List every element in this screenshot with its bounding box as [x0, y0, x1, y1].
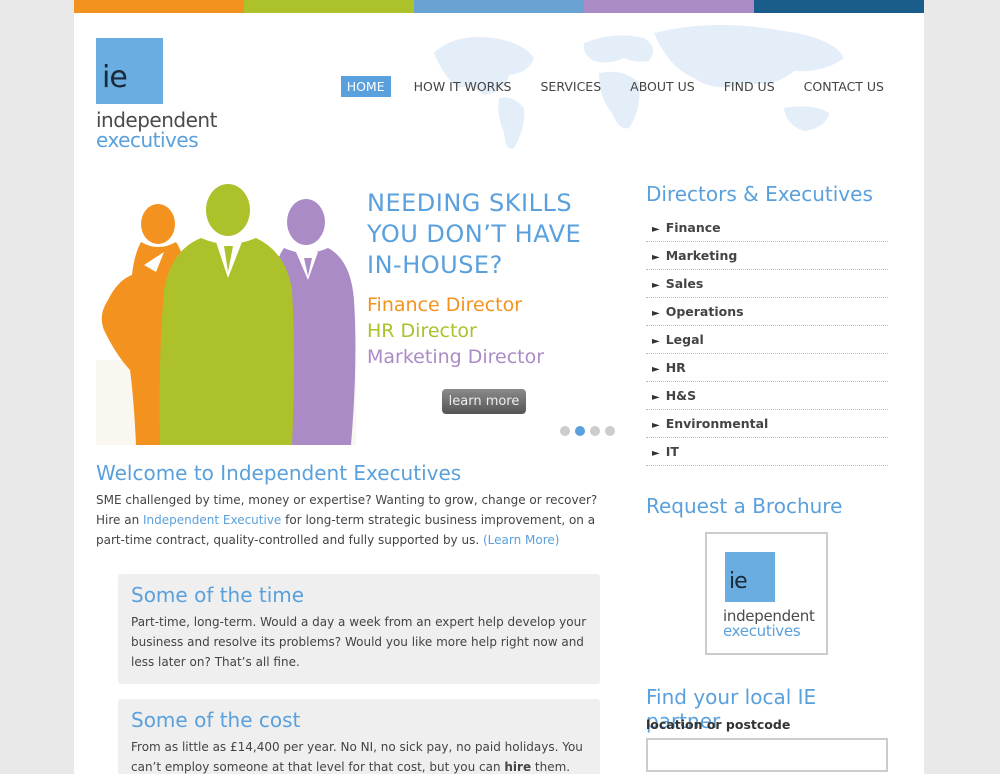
- directors-item-label: Marketing: [665, 248, 738, 263]
- directors-list: ► Finance ► Marketing ► Sales ► Operations ►…: [646, 214, 888, 466]
- directors-item-label: Sales: [665, 276, 704, 291]
- directors-item-label: HR: [665, 360, 686, 375]
- slider-dot-2[interactable]: [575, 426, 585, 436]
- slide-headline: NEEDING SKILLS YOU DON’T HAVE IN-HOUSE?: [367, 188, 581, 281]
- slide-headline-line1: NEEDING SKILLS: [367, 189, 573, 217]
- color-bar-orange: [74, 0, 244, 13]
- hero-slider: NEEDING SKILLS YOU DON’T HAVE IN-HOUSE? …: [96, 180, 618, 445]
- top-color-bar: [74, 0, 924, 13]
- logo[interactable]: ie independent executives: [96, 38, 217, 150]
- slide-headline-line3: IN-HOUSE?: [367, 251, 503, 279]
- arrow-right-icon: ►: [652, 224, 660, 235]
- directors-item-label: H&S: [665, 388, 697, 403]
- slide-headline-line2: YOU DON’T HAVE: [367, 220, 582, 248]
- directors-item-marketing[interactable]: ► Marketing: [646, 242, 888, 270]
- page: ie independent executives HOME HOW IT WO…: [74, 0, 924, 774]
- slide-role-hr: HR Director: [367, 320, 477, 342]
- arrow-right-icon: ►: [652, 308, 660, 319]
- welcome-heading: Welcome to Independent Executives: [96, 461, 462, 485]
- logo-mark-text: ie: [102, 60, 128, 95]
- slide-role-marketing: Marketing Director: [367, 346, 545, 368]
- arrow-right-icon: ►: [652, 364, 660, 375]
- directors-item-sales[interactable]: ► Sales: [646, 270, 888, 298]
- learn-more-link[interactable]: (Learn More): [483, 533, 559, 547]
- brochure-heading: Request a Brochure: [646, 494, 843, 518]
- nav-how-it-works[interactable]: HOW IT WORKS: [408, 76, 518, 97]
- feature-box-title: Some of the time: [131, 583, 305, 607]
- feature-box-text-bold: hire: [504, 760, 532, 774]
- color-bar-blue: [414, 0, 584, 13]
- directors-item-legal[interactable]: ► Legal: [646, 326, 888, 354]
- arrow-right-icon: ►: [652, 420, 660, 431]
- nav-contact-us[interactable]: CONTACT US: [798, 76, 890, 97]
- location-label: location or postcode: [646, 717, 791, 732]
- welcome-line2-pre: Hire an: [96, 513, 143, 527]
- arrow-right-icon: ►: [652, 336, 660, 347]
- directors-item-hs[interactable]: ► H&S: [646, 382, 888, 410]
- feature-box-text: Part-time, long-term. Would a day a week…: [131, 615, 587, 669]
- slide-role-finance: Finance Director: [367, 294, 523, 316]
- feature-box-title: Some of the cost: [131, 708, 301, 732]
- directors-item-operations[interactable]: ► Operations: [646, 298, 888, 326]
- learn-more-button[interactable]: learn more: [442, 389, 526, 414]
- directors-item-label: Finance: [665, 220, 721, 235]
- main-nav: HOME HOW IT WORKS SERVICES ABOUT US FIND…: [324, 76, 890, 97]
- independent-executive-link[interactable]: Independent Executive: [143, 513, 281, 527]
- logo-line1: independent: [96, 108, 217, 132]
- logo-mark: ie: [96, 38, 163, 104]
- directors-sidebar: Directors & Executives ► Finance ► Marketi…: [646, 182, 888, 466]
- directors-heading: Directors & Executives: [646, 182, 873, 206]
- color-bar-purple: [584, 0, 754, 13]
- arrow-right-icon: ►: [652, 252, 660, 263]
- color-bar-green: [244, 0, 414, 13]
- arrow-right-icon: ►: [652, 392, 660, 403]
- nav-home[interactable]: HOME: [340, 76, 391, 97]
- feature-box-cost: Some of the cost From as little as £14,4…: [118, 699, 600, 774]
- brochure-logo-mark-text: ie: [729, 569, 748, 594]
- directors-item-it[interactable]: ► IT: [646, 438, 888, 466]
- slider-pagination: [560, 426, 615, 436]
- slider-dot-1[interactable]: [560, 426, 570, 436]
- directors-item-label: Legal: [665, 332, 704, 347]
- directors-item-finance[interactable]: ► Finance: [646, 214, 888, 242]
- arrow-right-icon: ►: [652, 280, 660, 291]
- color-bar-navy: [754, 0, 924, 13]
- brochure-thumbnail[interactable]: ie independent executives: [705, 532, 828, 655]
- location-input[interactable]: [646, 738, 888, 772]
- executives-silhouette-illustration: [96, 184, 356, 445]
- slider-dot-3[interactable]: [590, 426, 600, 436]
- directors-item-hr[interactable]: ► HR: [646, 354, 888, 382]
- directors-item-label: Environmental: [665, 416, 769, 431]
- logo-line2: executives: [96, 128, 199, 152]
- arrow-right-icon: ►: [652, 448, 660, 459]
- directors-item-label: Operations: [665, 304, 744, 319]
- directors-item-environmental[interactable]: ► Environmental: [646, 410, 888, 438]
- nav-services[interactable]: SERVICES: [535, 76, 608, 97]
- directors-item-label: IT: [665, 444, 679, 459]
- slider-dot-4[interactable]: [605, 426, 615, 436]
- welcome-line1: SME challenged by time, money or experti…: [96, 493, 598, 507]
- feature-box-text: From as little as £14,400 per year. No N…: [131, 737, 587, 774]
- feature-box-time: Some of the time Part-time, long-term. W…: [118, 574, 600, 684]
- brochure-logo-mark: ie: [725, 552, 775, 602]
- brochure-logo-line2: executives: [723, 622, 801, 640]
- feature-box-text-post: them.: [531, 760, 571, 774]
- nav-about-us[interactable]: ABOUT US: [624, 76, 701, 97]
- nav-find-us[interactable]: FIND US: [718, 76, 781, 97]
- welcome-text: SME challenged by time, money or experti…: [96, 490, 616, 550]
